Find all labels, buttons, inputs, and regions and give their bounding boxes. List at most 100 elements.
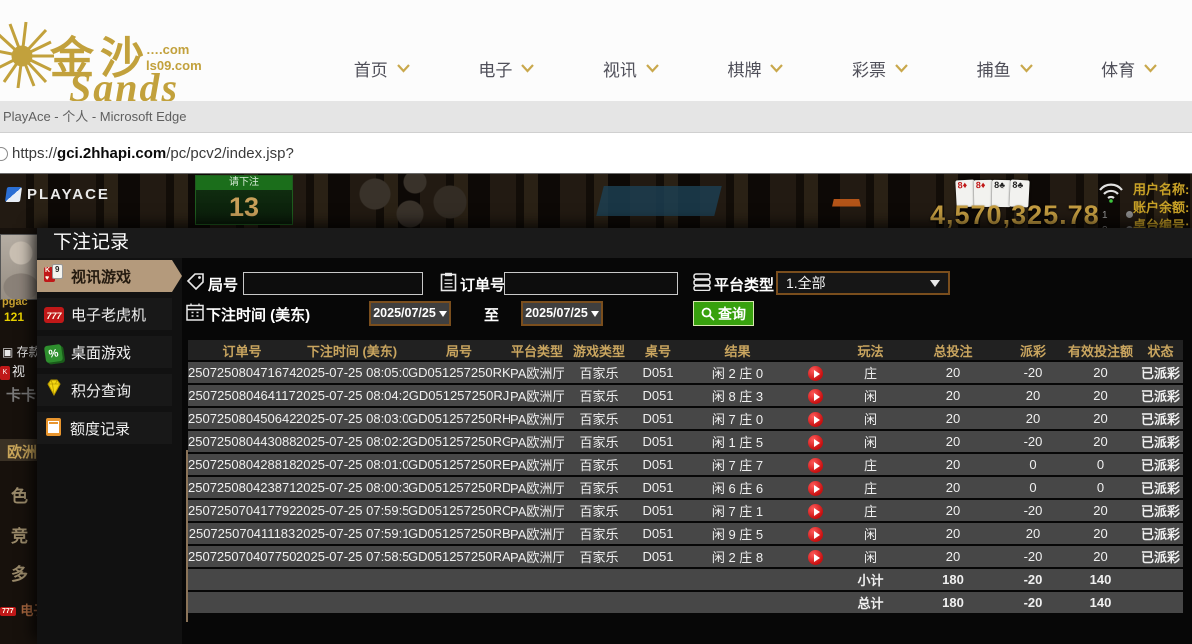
nav-item-首页[interactable]: 首页 [354, 56, 411, 81]
cell: 20 [1003, 523, 1063, 544]
cell: PA欧洲厅 [510, 477, 564, 498]
nav-item-label: 电子 [478, 56, 512, 81]
username-fragment: pgac [2, 296, 28, 308]
replay-cell [793, 477, 838, 498]
summary-cell: 140 [1063, 592, 1138, 613]
summary-cell [1138, 569, 1183, 590]
site-info-icon[interactable] [0, 147, 8, 161]
cell: GD051257250RH [408, 408, 510, 429]
cell: PA欧洲厅 [510, 454, 564, 475]
cell: D051 [634, 454, 682, 475]
play-icon[interactable] [808, 435, 823, 450]
cell: 百家乐 [564, 454, 634, 475]
nav-item-label: 捕鱼 [977, 56, 1011, 81]
nav-item-视讯[interactable]: 视讯 [603, 56, 660, 81]
play-icon[interactable] [808, 412, 823, 427]
order-input[interactable] [504, 272, 678, 295]
se-tab-fragment[interactable]: 色 [11, 482, 28, 507]
order-label: 订单号 [460, 274, 505, 295]
jing-tab-fragment[interactable]: 竞 [11, 522, 28, 547]
nav-item-棋牌[interactable]: 棋牌 [727, 56, 784, 81]
url-text[interactable]: https://gci.2hhapi.com/pc/pcv2/index.jsp… [12, 145, 294, 162]
sidebar-item-桌面游戏[interactable]: %桌面游戏 [37, 336, 172, 368]
cell: 250725080464117 [188, 385, 296, 406]
sidebar-item-label: 桌面游戏 [71, 342, 131, 363]
play-icon[interactable] [808, 527, 823, 542]
replay-cell [793, 385, 838, 406]
date-from-picker[interactable]: 2025/07/25 [369, 301, 451, 326]
duo-tab-fragment[interactable]: 多 [11, 560, 28, 585]
nav-item-捕鱼[interactable]: 捕鱼 [977, 56, 1034, 81]
cell: 20 [1063, 500, 1138, 521]
summary-cell [564, 569, 634, 590]
cards-icon: K♥9 [44, 264, 64, 288]
cell: 百家乐 [564, 431, 634, 452]
date-to-picker[interactable]: 2025/07/25 [521, 301, 603, 326]
status-badge: 已派彩 [1138, 523, 1183, 544]
cell: 闲 [838, 408, 903, 429]
play-icon[interactable] [808, 366, 823, 381]
chevron-down-icon [769, 63, 784, 73]
sidebar-item-视讯游戏[interactable]: K♥9视讯游戏 [37, 260, 172, 292]
summary-cell [634, 592, 682, 613]
play-icon[interactable] [808, 458, 823, 473]
summary-cell: 180 [903, 569, 1003, 590]
play-icon[interactable] [808, 504, 823, 519]
play-icon[interactable] [808, 481, 823, 496]
cell: 百家乐 [564, 546, 634, 567]
url-bar[interactable]: https://gci.2hhapi.com/pc/pcv2/index.jsp… [0, 133, 1192, 174]
summary-cell [188, 569, 296, 590]
sidebar-item-label: 额度记录 [70, 418, 130, 439]
nav-item-彩票[interactable]: 彩票 [852, 56, 909, 81]
cell: PA欧洲厅 [510, 431, 564, 452]
countdown-number: 13 [196, 190, 292, 224]
cell: 250725070411183 [188, 523, 296, 544]
nav-item-电子[interactable]: 电子 [478, 56, 535, 81]
cell: 2025-07-25 08:05:06 [296, 362, 408, 383]
cell: 20 [1063, 431, 1138, 452]
chevron-down-icon [930, 280, 940, 287]
gem-icon [44, 378, 64, 402]
cell: -20 [1003, 500, 1063, 521]
main-nav: 首页 电子 视讯 棋牌 彩票 捕鱼 体育 [320, 50, 1192, 86]
search-button[interactable]: 查询 [693, 301, 754, 326]
sidebar-item-额度记录[interactable]: 额度记录 [37, 412, 172, 444]
cell: 2025-07-25 08:04:22 [296, 385, 408, 406]
summary-cell [408, 592, 510, 613]
deposit-button-fragment[interactable]: ▣ 存款 [2, 343, 41, 360]
bet-records-modal: 下注记录 K♥9视讯游戏777电子老虎机%桌面游戏积分查询额度记录 局号 订单号 [37, 228, 1192, 644]
sidebar-item-积分查询[interactable]: 积分查询 [37, 374, 172, 406]
table-edge-shape [596, 186, 721, 216]
tag-icon [186, 273, 205, 292]
summary-cell: 小计 [838, 569, 903, 590]
platform-select[interactable]: 1.全部 [776, 271, 950, 295]
cell: 20 [903, 500, 1003, 521]
sidebar-item-电子老虎机[interactable]: 777电子老虎机 [37, 298, 172, 330]
platform-list-icon [693, 273, 712, 291]
cell: 庄 [838, 500, 903, 521]
hall-tab-fragment[interactable]: 欧洲 [0, 439, 37, 461]
cell: 250725080450642 [188, 408, 296, 429]
nav-item-label: 首页 [354, 56, 388, 81]
cell: 闲 1 庄 5 [682, 431, 793, 452]
replay-cell [793, 362, 838, 383]
table-row: 2507250704177922025-07-25 07:59:55GD0512… [188, 500, 1183, 521]
round-input[interactable] [243, 272, 423, 295]
cell: 闲 8 庄 3 [682, 385, 793, 406]
summary-cell [188, 592, 296, 613]
table-row: 2507250804430882025-07-25 08:02:27GD0512… [188, 431, 1183, 452]
modal-title: 下注记录 [37, 228, 1192, 258]
cell: PA欧洲厅 [510, 523, 564, 544]
cell: D051 [634, 362, 682, 383]
summary-cell [793, 592, 838, 613]
nav-item-体育[interactable]: 体育 [1101, 56, 1158, 81]
summary-cell: 180 [903, 592, 1003, 613]
play-icon[interactable] [808, 389, 823, 404]
cell: 0 [1063, 477, 1138, 498]
play-icon[interactable] [808, 550, 823, 565]
cell: 2025-07-25 08:02:27 [296, 431, 408, 452]
video-tab-fragment[interactable]: K视 [0, 361, 25, 380]
col-header: 桌号 [634, 340, 682, 360]
status-badge: 已派彩 [1138, 362, 1183, 383]
cell: GD051257250RC [408, 500, 510, 521]
